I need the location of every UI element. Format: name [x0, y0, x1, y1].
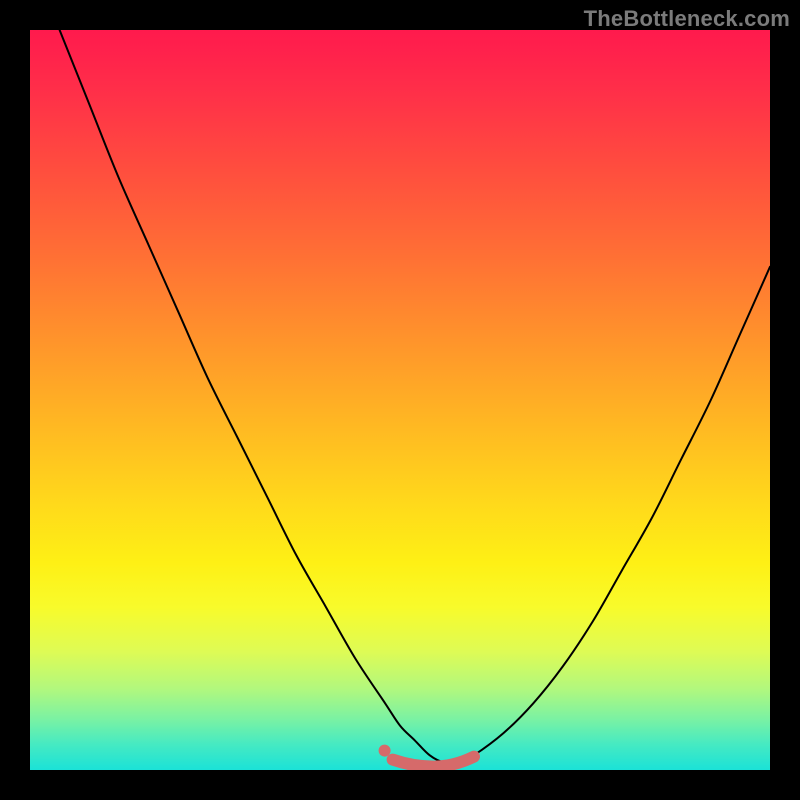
- bottleneck-curve: [60, 30, 770, 764]
- watermark-label: TheBottleneck.com: [584, 6, 790, 32]
- chart-stage: TheBottleneck.com: [0, 0, 800, 800]
- optimal-range-segment: [393, 757, 474, 767]
- chart-svg: [30, 30, 770, 770]
- optimal-range-dot: [379, 745, 391, 757]
- plot-area: [30, 30, 770, 770]
